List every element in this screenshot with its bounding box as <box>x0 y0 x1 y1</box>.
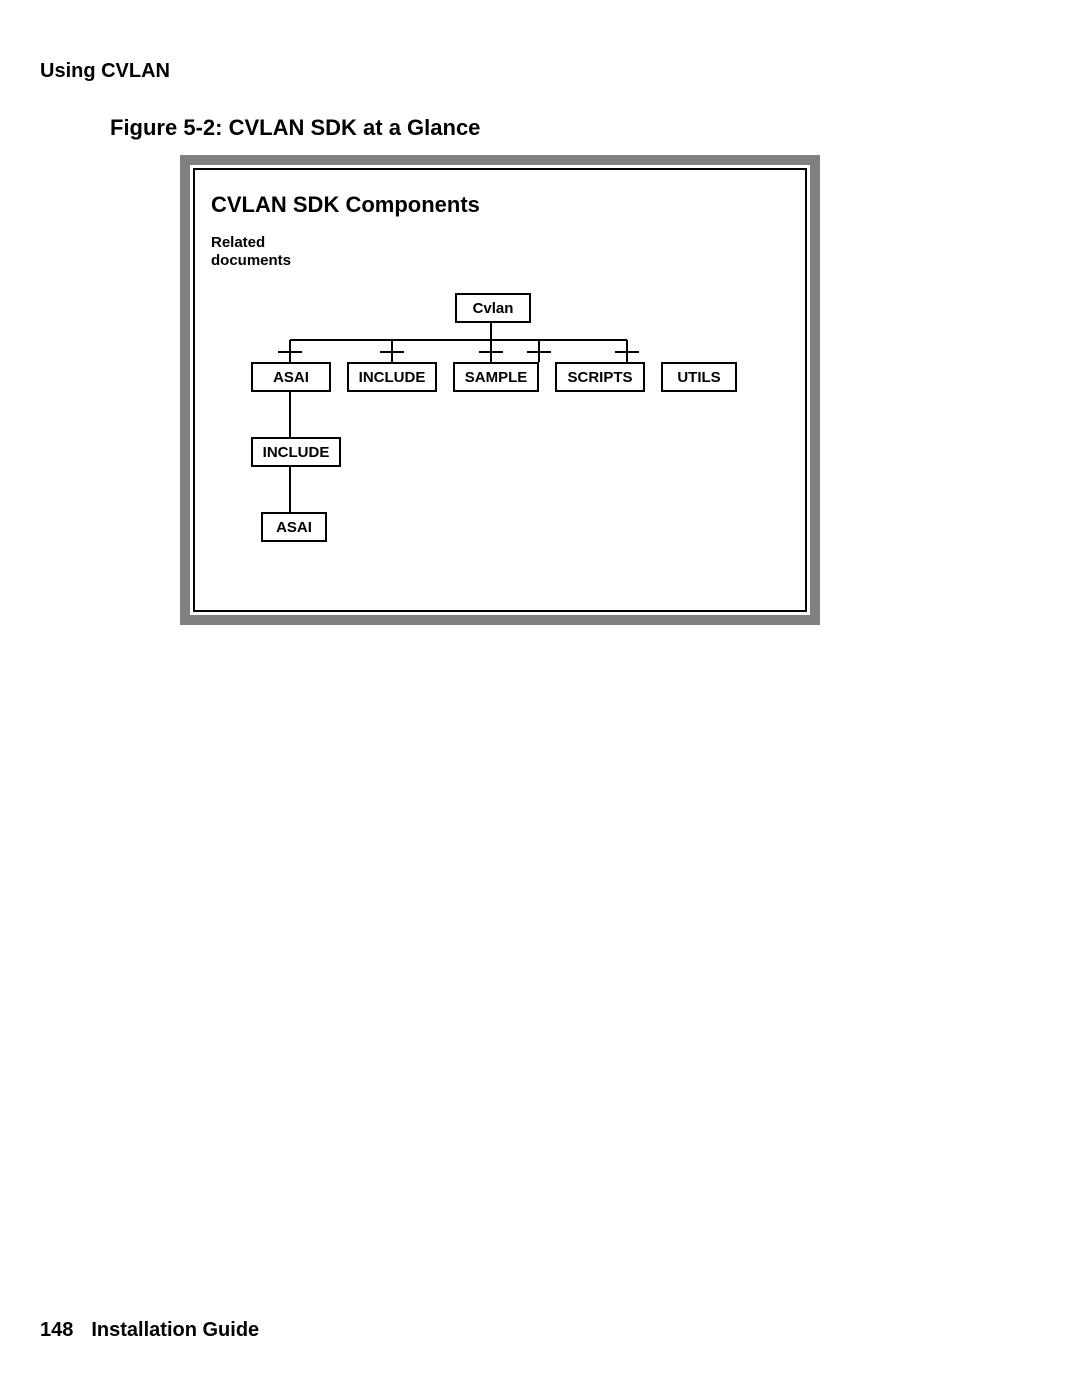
node-include: INCLUDE <box>347 362 437 392</box>
node-include-2: INCLUDE <box>251 437 341 467</box>
figure-caption: Figure 5-2: CVLAN SDK at a Glance <box>110 115 480 141</box>
page: Using CVLAN Figure 5-2: CVLAN SDK at a G… <box>0 0 1080 1397</box>
node-root-cvlan: Cvlan <box>455 293 531 323</box>
node-asai-2: ASAI <box>261 512 327 542</box>
figure-frame-inner: CVLAN SDK Components Related documents <box>193 168 807 612</box>
footer-title: Installation Guide <box>91 1319 259 1341</box>
page-number: 148 <box>40 1319 73 1342</box>
node-scripts: SCRIPTS <box>555 362 645 392</box>
page-footer: 148 Installation Guide <box>40 1319 259 1342</box>
node-asai: ASAI <box>251 362 331 392</box>
figure-frame-outer: CVLAN SDK Components Related documents <box>180 155 820 625</box>
running-header: Using CVLAN <box>40 60 170 83</box>
node-sample: SAMPLE <box>453 362 539 392</box>
node-utils: UTILS <box>661 362 737 392</box>
